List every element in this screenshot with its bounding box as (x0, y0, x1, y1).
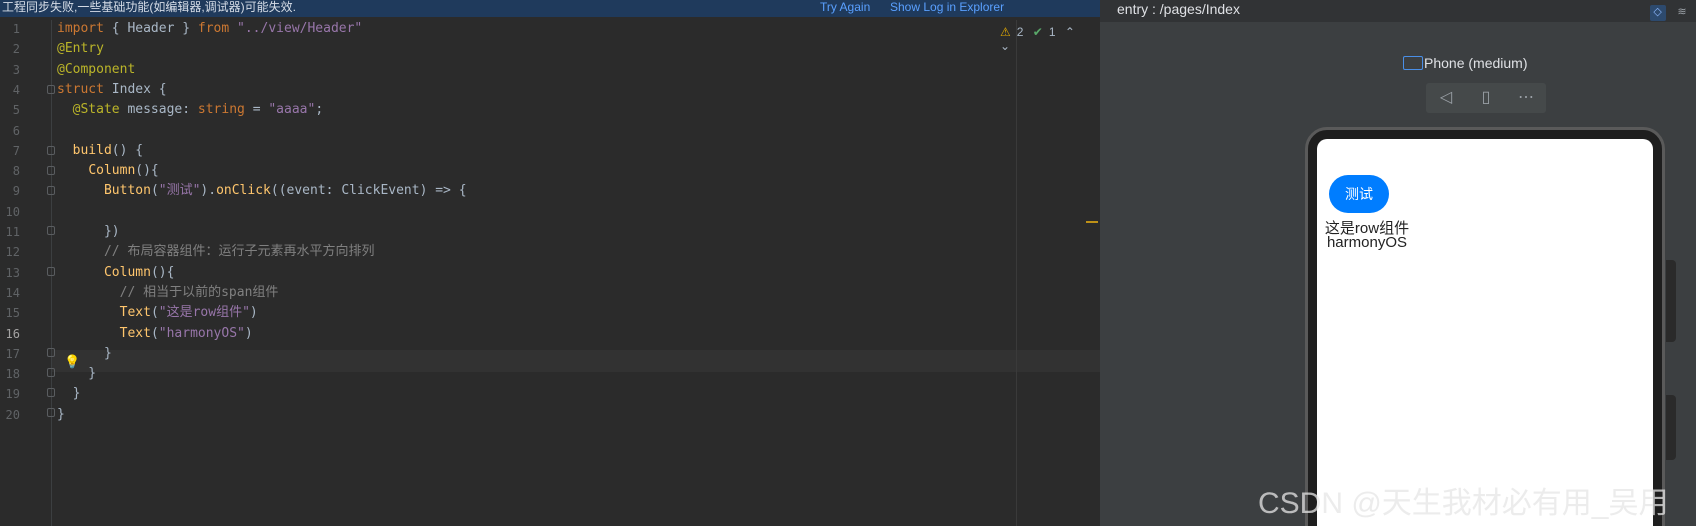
warning-stripe-marker[interactable] (1086, 221, 1098, 223)
line-number: 19 (5, 387, 20, 402)
fold-marker[interactable] (47, 408, 55, 417)
code-editor[interactable]: 工程同步失败,一些基础功能(如编辑器,调试器)可能失效. Try Again S… (0, 0, 1100, 526)
fold-marker[interactable] (47, 186, 55, 195)
warning-count: 2 (1016, 25, 1024, 39)
line-number: 4 (12, 82, 20, 97)
chevron-down-icon[interactable]: ⌄ (1000, 39, 1010, 53)
right-margin-line (1016, 20, 1017, 526)
test-button[interactable]: 测试 (1329, 175, 1389, 213)
fold-marker[interactable] (47, 267, 55, 276)
previewer-header: entry : /pages/Index ◇ ≋ (1100, 0, 1696, 22)
code-line[interactable]: }) (57, 221, 120, 243)
show-log-link[interactable]: Show Log in Explorer (890, 0, 1004, 14)
banner-message: 工程同步失败,一些基础功能(如编辑器,调试器)可能失效. (2, 0, 296, 14)
inspector-icon[interactable]: ◇ (1649, 5, 1666, 21)
harmony-text: harmonyOS (1326, 234, 1408, 251)
code-line[interactable]: // 相当于以前的span组件 (57, 282, 279, 304)
code-line[interactable]: Text("这是row组件") (57, 302, 258, 324)
line-number: 14 (5, 285, 20, 300)
sync-failed-banner: 工程同步失败,一些基础功能(如编辑器,调试器)可能失效. Try Again S… (0, 0, 1100, 17)
phone-device-icon (1403, 56, 1423, 70)
code-line[interactable]: import { Header } from "../view/Header" (57, 18, 362, 40)
line-number: 1 (12, 22, 20, 36)
line-number: 8 (12, 164, 20, 179)
phone-screen: 测试 这是row组件 harmonyOS (1317, 139, 1653, 526)
line-number: 20 (5, 407, 20, 422)
code-line[interactable]: Text("harmonyOS") (57, 323, 253, 345)
try-again-link[interactable]: Try Again (820, 0, 870, 14)
layers-icon[interactable]: ≋ (1674, 5, 1690, 21)
code-line[interactable]: // 布局容器组件：运行子元素再水平方向排列 (57, 241, 375, 263)
line-number: 10 (5, 204, 20, 219)
code-line[interactable]: Column(){ (57, 262, 174, 284)
previewer-panel: entry : /pages/Index ◇ ≋ Phone (medium) … (1100, 0, 1696, 526)
code-line[interactable]: @Entry (57, 38, 104, 60)
code-line[interactable]: } (57, 404, 65, 426)
line-number: 11 (5, 225, 20, 239)
code-line[interactable]: } (57, 383, 81, 405)
fold-marker[interactable] (47, 146, 55, 155)
line-number: 15 (5, 306, 20, 321)
line-number: 2 (12, 42, 20, 57)
fold-marker[interactable] (47, 226, 55, 235)
line-number: 6 (12, 123, 20, 138)
fold-marker[interactable] (47, 85, 55, 94)
code-line[interactable]: @Component (57, 59, 135, 81)
line-number: 16 (5, 326, 20, 341)
phone-side-button (1666, 260, 1676, 342)
chevron-up-icon[interactable]: ⌃ (1065, 25, 1075, 39)
preview-toolbar: ◁ ▯ ⋯ (1426, 83, 1546, 113)
check-icon: ✔ (1032, 25, 1043, 39)
warning-icon: ⚠ (1000, 25, 1011, 39)
line-number: 13 (5, 265, 20, 280)
fold-marker[interactable] (47, 368, 55, 377)
lightbulb-icon[interactable]: 💡 (64, 354, 80, 370)
fold-marker[interactable] (47, 166, 55, 175)
rotate-icon[interactable]: ▯ (1466, 83, 1506, 113)
more-icon[interactable]: ⋯ (1506, 83, 1546, 113)
fold-marker[interactable] (47, 388, 55, 397)
current-line-highlight (52, 350, 1100, 372)
csdn-watermark: CSDN @天生我材必有用_吴用 (1258, 487, 1669, 520)
phone-side-button (1666, 395, 1676, 460)
line-number: 12 (5, 245, 20, 260)
code-line[interactable]: Button("测试").onClick((event: ClickEvent)… (57, 180, 467, 202)
code-line[interactable]: @State message: string = "aaaa"; (57, 99, 324, 121)
line-number: 9 (12, 184, 20, 199)
ok-count: 1 (1048, 25, 1056, 39)
line-number: 7 (12, 143, 20, 158)
previewer-title: entry : /pages/Index (1117, 1, 1240, 17)
device-label[interactable]: Phone (medium) (1424, 55, 1528, 71)
line-number: 18 (5, 367, 20, 382)
code-line[interactable]: Column(){ (57, 160, 158, 182)
line-number: 5 (12, 103, 20, 118)
fold-marker[interactable] (47, 348, 55, 357)
inspection-widget[interactable]: ⚠ 2 ✔ 1 ⌃ ⌄ (1000, 25, 1100, 53)
code-line[interactable]: struct Index { (57, 79, 167, 101)
code-line[interactable]: build() { (57, 140, 143, 162)
line-number: 17 (5, 346, 20, 361)
line-number: 3 (12, 62, 20, 77)
back-icon[interactable]: ◁ (1426, 83, 1466, 113)
